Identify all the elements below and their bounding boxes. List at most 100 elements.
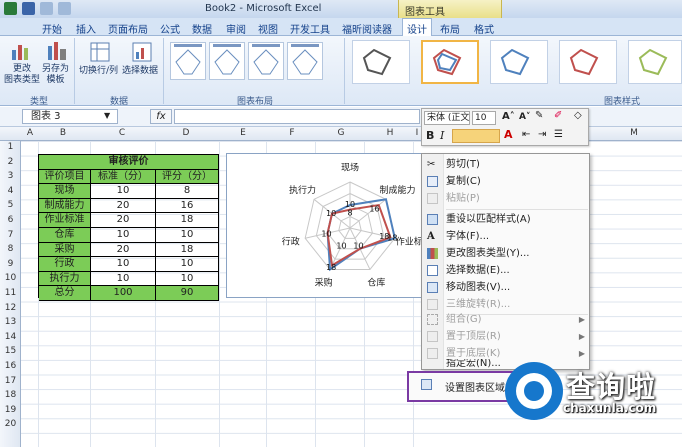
table-cell[interactable]: 20: [91, 198, 156, 214]
bold-button[interactable]: B: [426, 129, 434, 142]
insert-function-button[interactable]: fx: [150, 109, 172, 124]
tab-design[interactable]: 设计: [407, 21, 427, 36]
row-header[interactable]: 2: [0, 157, 21, 167]
eraser-icon[interactable]: ◇: [574, 110, 582, 121]
row-header[interactable]: 7: [0, 230, 21, 240]
table-cell[interactable]: 总分: [39, 286, 91, 301]
table-cell[interactable]: 制成能力: [39, 198, 91, 214]
tab-foxit[interactable]: 福昕阅读器: [342, 21, 392, 36]
save-template-label[interactable]: 另存为 模板: [42, 64, 69, 86]
row-header[interactable]: 15: [0, 346, 21, 356]
table-cell[interactable]: 10: [156, 257, 219, 272]
row-header[interactable]: 13: [0, 317, 21, 327]
menu-item-cut[interactable]: ✂ 剪切(T): [422, 156, 591, 173]
table-cell[interactable]: 执行力: [39, 271, 91, 287]
col-header-c[interactable]: C: [117, 128, 127, 138]
row-header[interactable]: 16: [0, 361, 21, 371]
select-data-icon[interactable]: [132, 42, 152, 62]
table-cell[interactable]: 20: [91, 242, 156, 258]
col-header-m[interactable]: M: [629, 128, 639, 138]
row-header[interactable]: 10: [0, 273, 21, 283]
table-cell[interactable]: 10: [156, 271, 219, 287]
font-size-box[interactable]: 10: [472, 111, 496, 125]
tab-home[interactable]: 开始: [42, 21, 62, 36]
tab-page-layout[interactable]: 页面布局: [108, 21, 148, 36]
table-cell[interactable]: 100: [91, 286, 156, 301]
save-icon[interactable]: [22, 2, 35, 15]
row-header[interactable]: 14: [0, 332, 21, 342]
table-header[interactable]: 评分（分）: [156, 169, 219, 185]
tab-data[interactable]: 数据: [192, 21, 212, 36]
table-cell[interactable]: 18: [156, 213, 219, 228]
tab-insert[interactable]: 插入: [76, 21, 96, 36]
switch-row-col-icon[interactable]: [90, 42, 110, 62]
menu-item-change-chart-type[interactable]: 更改图表类型(Y)...: [422, 245, 591, 262]
table-cell[interactable]: 8: [156, 184, 219, 199]
col-header-g[interactable]: G: [336, 128, 346, 138]
radar-chart[interactable]: 现场 制成能力 作业标 仓库 采购 行政 执行力 8 10 16 18 10 18 10 10 18 10: [226, 153, 448, 298]
formula-input[interactable]: [174, 109, 420, 124]
tab-formulas[interactable]: 公式: [160, 21, 180, 36]
col-header-b[interactable]: B: [58, 128, 68, 138]
grow-font-icon[interactable]: A˄: [502, 111, 515, 122]
excel-logo-icon[interactable]: [4, 2, 17, 15]
table-cell[interactable]: 90: [156, 286, 219, 301]
table-cell[interactable]: 10: [156, 228, 219, 243]
menu-item-font[interactable]: A 字体(F)...: [422, 228, 591, 245]
table-cell[interactable]: 10: [91, 271, 156, 287]
row-header[interactable]: 8: [0, 244, 21, 254]
table-header[interactable]: 标准（分）: [91, 169, 156, 185]
menu-item-reset-style[interactable]: 重设以匹配样式(A): [422, 211, 591, 228]
table-cell[interactable]: 行政: [39, 257, 91, 272]
row-header[interactable]: 6: [0, 215, 21, 225]
redo-icon[interactable]: [58, 2, 71, 15]
format-painter-icon[interactable]: ✎: [535, 110, 543, 121]
table-cell[interactable]: 10: [91, 184, 156, 199]
decrease-indent-icon[interactable]: ⇤: [522, 129, 530, 140]
undo-icon[interactable]: [40, 2, 53, 15]
row-header[interactable]: 4: [0, 186, 21, 196]
row-header[interactable]: 20: [0, 419, 21, 429]
table-title[interactable]: 审核评价: [39, 155, 219, 170]
tab-developer[interactable]: 开发工具: [290, 21, 330, 36]
menu-item-copy[interactable]: 复制(C): [422, 173, 591, 190]
menu-item-move-chart[interactable]: 移动图表(V)...: [422, 279, 591, 296]
row-header[interactable]: 12: [0, 303, 21, 313]
bullets-icon[interactable]: ☰: [554, 129, 563, 140]
col-header-f[interactable]: F: [287, 128, 297, 138]
row-header[interactable]: 11: [0, 288, 21, 298]
table-cell[interactable]: 10: [91, 228, 156, 243]
tab-format[interactable]: 格式: [474, 21, 494, 36]
col-header-a[interactable]: A: [25, 128, 35, 138]
table-cell[interactable]: 20: [91, 213, 156, 228]
table-cell[interactable]: 仓库: [39, 228, 91, 243]
table-cell[interactable]: 18: [156, 242, 219, 258]
increase-indent-icon[interactable]: ⇥: [538, 129, 546, 140]
switch-row-col-label[interactable]: 切换行/列: [79, 66, 118, 77]
row-header[interactable]: 18: [0, 390, 21, 400]
table-cell[interactable]: 采购: [39, 242, 91, 258]
table-cell[interactable]: 16: [156, 198, 219, 214]
table-cell[interactable]: 现场: [39, 184, 91, 199]
align-buttons[interactable]: [452, 129, 500, 143]
save-template-icon[interactable]: [46, 40, 68, 62]
row-header[interactable]: 3: [0, 171, 21, 181]
font-color-icon[interactable]: A: [504, 128, 513, 141]
tab-review[interactable]: 审阅: [226, 21, 246, 36]
col-header-d[interactable]: D: [181, 128, 191, 138]
col-header-e[interactable]: E: [238, 128, 248, 138]
font-name-box[interactable]: 宋体 (正文: [424, 111, 470, 125]
table-cell[interactable]: 作业标准: [39, 213, 91, 228]
tab-layout[interactable]: 布局: [440, 21, 460, 36]
table-cell[interactable]: 10: [91, 257, 156, 272]
row-header[interactable]: 17: [0, 376, 21, 386]
tab-view[interactable]: 视图: [258, 21, 278, 36]
menu-item-select-data[interactable]: 选择数据(E)...: [422, 262, 591, 279]
name-box-dropdown-icon[interactable]: ▼: [104, 111, 110, 120]
row-header[interactable]: 5: [0, 200, 21, 210]
table-header[interactable]: 评价项目: [39, 169, 91, 185]
row-header[interactable]: 1: [0, 142, 21, 152]
row-header[interactable]: 9: [0, 259, 21, 269]
row-header[interactable]: 19: [0, 405, 21, 415]
select-data-label[interactable]: 选择数据: [122, 66, 158, 77]
